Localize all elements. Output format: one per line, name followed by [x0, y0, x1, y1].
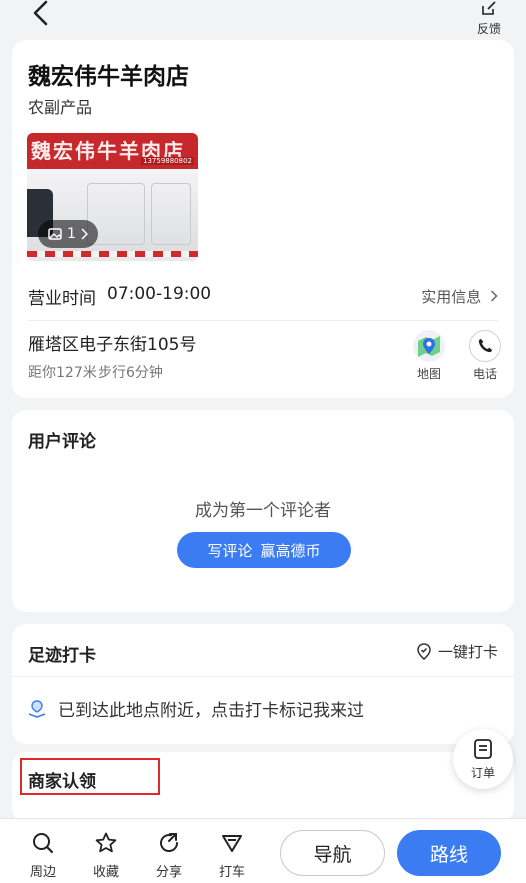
photo-sign-phone: 13759880802 [141, 157, 194, 165]
one-click-checkin-button[interactable]: 一键打卡 [416, 641, 498, 662]
place-address[interactable]: 雁塔区电子东街105号 [28, 330, 196, 355]
search-icon [33, 833, 54, 854]
reviews-title: 用户评论 [28, 432, 96, 452]
write-review-button[interactable]: 写评论 赢高德币 [177, 532, 351, 568]
tab-nearby-label: 周边 [29, 865, 56, 880]
tab-share-label: 分享 [155, 865, 182, 880]
phone-button[interactable]: 电话 [465, 330, 505, 382]
place-name: 魏宏伟牛羊肉店 [28, 64, 189, 90]
feedback-button[interactable]: 反馈 [474, 0, 504, 37]
tab-favorite-label: 收藏 [92, 865, 119, 880]
place-category: 农副产品 [28, 98, 93, 117]
chevron-left-icon [33, 0, 48, 26]
navigate-button[interactable]: 导航 [280, 830, 385, 876]
photo-count-badge[interactable]: 1 [38, 220, 98, 248]
map-icon [418, 336, 440, 357]
feedback-label: 反馈 [476, 22, 501, 36]
divider [28, 320, 498, 321]
checkin-card: 足迹打卡 一键打卡 已到达此地点附近，点击打卡标记我来过 [12, 624, 514, 744]
map-button[interactable]: 地图 [409, 330, 449, 382]
tab-taxi[interactable]: 打车 [210, 831, 254, 880]
checkin-title: 足迹打卡 [28, 646, 96, 666]
location-check-icon [417, 642, 431, 660]
divider [12, 676, 514, 677]
image-icon [48, 228, 62, 240]
phone-label: 电话 [472, 367, 497, 381]
chevron-right-icon [81, 228, 88, 240]
top-bar: 反馈 [0, 0, 526, 40]
walk-time-text: 步行6分钟 [98, 365, 163, 381]
order-icon [474, 739, 492, 759]
useful-info-label: 实用信息 [421, 288, 482, 306]
edit-icon [482, 1, 496, 15]
checkin-hint-text: 已到达此地点附近，点击打卡标记我来过 [58, 701, 364, 721]
checkin-hint-row[interactable]: 已到达此地点附近，点击打卡标记我来过 [26, 696, 364, 721]
tab-share[interactable]: 分享 [147, 831, 191, 880]
order-label: 订单 [470, 766, 495, 780]
photo-count: 1 [67, 226, 76, 242]
star-icon [95, 832, 117, 853]
reward-label: 赢高德币 [260, 541, 321, 560]
bottom-bar: 周边 收藏 分享 打车 导航 路线 [0, 818, 526, 883]
footprint-icon [28, 699, 46, 718]
photo-sign: 魏宏伟牛羊肉店 13759880802 [27, 133, 198, 169]
tab-nearby[interactable]: 周边 [21, 831, 65, 880]
hours-label: 营业时间 [28, 289, 96, 309]
checkin-button-label: 一键打卡 [437, 643, 498, 661]
write-review-label: 写评论 [207, 541, 253, 560]
reviews-empty-text: 成为第一个评论者 [195, 501, 331, 521]
map-label: 地图 [416, 367, 441, 381]
hours-value: 07:00-19:00 [107, 284, 212, 304]
place-photo[interactable]: 魏宏伟牛羊肉店 13759880802 1 [27, 133, 198, 261]
phone-icon [478, 339, 492, 353]
distance-text: 距你127米 [28, 365, 97, 381]
order-button[interactable]: 订单 [453, 729, 513, 789]
share-icon [160, 833, 179, 852]
tab-favorite[interactable]: 收藏 [84, 831, 128, 880]
route-button[interactable]: 路线 [397, 830, 501, 876]
tab-taxi-label: 打车 [218, 865, 245, 880]
highlight-box [20, 758, 160, 795]
chevron-right-icon [490, 290, 498, 302]
reviews-card: 用户评论 成为第一个评论者 写评论 赢高德币 [12, 410, 514, 612]
opening-hours-row: 营业时间 07:00-19:00 实用信息 [28, 284, 498, 309]
taxi-icon [222, 835, 242, 852]
useful-info-link[interactable]: 实用信息 [421, 286, 498, 307]
back-button[interactable] [30, 0, 54, 28]
place-info-card: 魏宏伟牛羊肉店 农副产品 魏宏伟牛羊肉店 13759880802 1 营业时间 … [12, 40, 514, 398]
